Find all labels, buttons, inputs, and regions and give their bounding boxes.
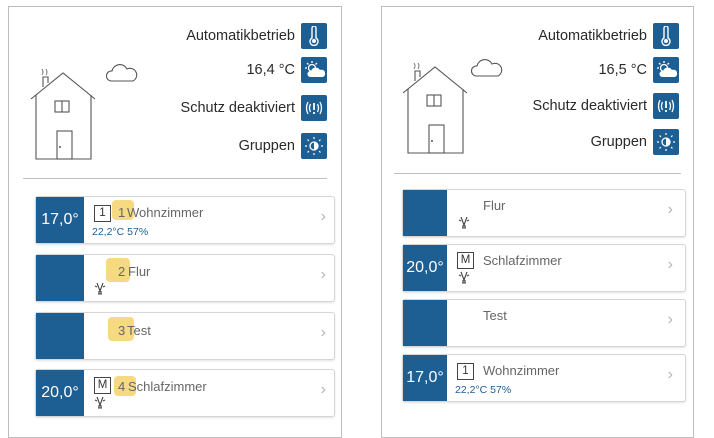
auto-mode-label: Automatikbetrieb [186, 28, 295, 44]
weather-row[interactable]: 16,4 °C [246, 57, 327, 83]
divider [23, 178, 327, 179]
room-name: Schlafzimmer [128, 379, 207, 394]
mode-indicator: M [457, 252, 474, 269]
chevron-right-icon: › [667, 311, 673, 328]
room-card-test[interactable]: 3 Test › [35, 312, 335, 360]
room-temperature: 20,0° [36, 370, 84, 416]
room-card-wohnzimmer[interactable]: 17,0° 1 1 Wohnzimmer 22,2°C 57% › [35, 196, 335, 244]
room-temperature [36, 313, 84, 359]
left-screen: Automatikbetrieb 16,4 °C Schutz deaktivi… [8, 6, 342, 438]
weather-row[interactable]: 16,5 °C [598, 57, 679, 83]
protection-row[interactable]: Schutz deaktiviert [181, 95, 327, 121]
room-climate: 22,2°C 57% [92, 226, 149, 238]
room-temperature [36, 255, 84, 301]
groups-label: Gruppen [238, 138, 295, 154]
divider [394, 173, 681, 174]
chevron-right-icon: › [320, 381, 326, 398]
room-temperature: 20,0° [403, 245, 447, 291]
room-name: Wohnzimmer [127, 205, 204, 220]
room-card-schlafzimmer[interactable]: 20,0° M 4 Schlafzimmer › [35, 369, 335, 417]
house-icon [402, 63, 468, 154]
room-name: Schlafzimmer [483, 253, 562, 268]
protection-label: Schutz deaktiviert [532, 98, 647, 114]
protection-label: Schutz deaktiviert [180, 100, 295, 116]
room-name: Flur [483, 198, 506, 213]
mode-indicator: 1 [457, 363, 474, 380]
right-screen: Automatikbetrieb 16,5 °C Schutz deaktivi… [381, 6, 694, 438]
room-card-test[interactable]: Test › [402, 299, 686, 347]
protection-row[interactable]: Schutz deaktiviert [533, 93, 679, 119]
chevron-right-icon: › [667, 201, 673, 218]
chevron-right-icon: › [667, 366, 673, 383]
auto-mode-label: Automatikbetrieb [538, 28, 647, 44]
groups-row[interactable]: Gruppen [239, 133, 327, 159]
chevron-right-icon: › [320, 324, 326, 341]
room-name: Test [483, 308, 507, 323]
chevron-right-icon: › [320, 266, 326, 283]
chevron-right-icon: › [320, 208, 326, 225]
room-card-schlafzimmer[interactable]: 20,0° M Schlafzimmer › [402, 244, 686, 292]
room-number: 3 [118, 323, 126, 338]
brightness-icon[interactable] [301, 133, 327, 159]
thermometer-icon[interactable] [301, 23, 327, 49]
cloud-icon [470, 59, 503, 77]
room-name: Wohnzimmer [483, 363, 560, 378]
mode-indicator: M [94, 377, 111, 394]
bulb-icon [458, 271, 470, 284]
room-temperature: 17,0° [403, 355, 447, 401]
room-name: Flur [128, 264, 151, 279]
room-card-wohnzimmer[interactable]: 17,0° 1 Wohnzimmer 22,2°C 57% › [402, 354, 686, 402]
outside-temperature: 16,5 °C [598, 62, 647, 78]
weather-icon[interactable] [653, 57, 679, 83]
chevron-right-icon: › [667, 256, 673, 273]
weather-icon[interactable] [301, 57, 327, 83]
room-number: 1 [118, 205, 126, 220]
thermometer-icon[interactable] [653, 23, 679, 49]
groups-row[interactable]: Gruppen [591, 129, 679, 155]
outside-temperature: 16,4 °C [246, 62, 295, 78]
room-card-flur[interactable]: 2 Flur › [35, 254, 335, 302]
mode-indicator: 1 [94, 205, 111, 222]
bulb-icon [94, 282, 106, 295]
room-name: Test [127, 323, 151, 338]
bulb-icon [458, 216, 470, 229]
room-number: 4 [118, 379, 126, 394]
room-card-flur[interactable]: Flur › [402, 189, 686, 237]
auto-mode-row[interactable]: Automatikbetrieb [186, 23, 327, 49]
alarm-icon[interactable] [301, 95, 327, 121]
cloud-icon [105, 64, 138, 82]
house-icon [30, 69, 96, 160]
bulb-icon [94, 396, 106, 409]
groups-label: Gruppen [590, 134, 647, 150]
room-temperature [403, 190, 447, 236]
alarm-icon[interactable] [653, 93, 679, 119]
room-temperature [403, 300, 447, 346]
room-climate: 22,2°C 57% [455, 384, 512, 396]
brightness-icon[interactable] [653, 129, 679, 155]
auto-mode-row[interactable]: Automatikbetrieb [538, 23, 679, 49]
room-temperature: 17,0° [36, 197, 84, 243]
room-number: 2 [118, 264, 126, 279]
